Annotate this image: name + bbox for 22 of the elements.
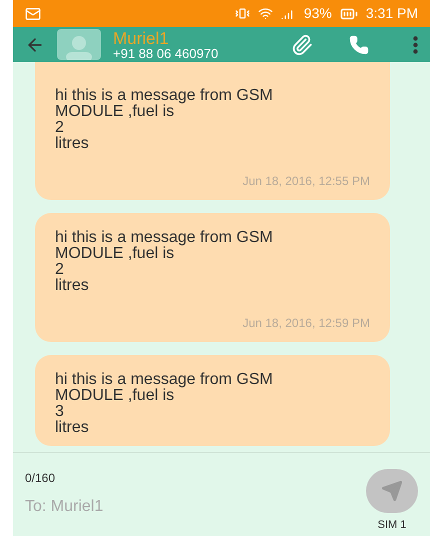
call-button[interactable]	[349, 34, 369, 54]
battery-percent: 93%	[304, 4, 332, 23]
message-text: hi this is a message from GSM MODULE ,fuel is 3 litres	[55, 372, 274, 436]
attach-button[interactable]	[291, 34, 313, 56]
paper-plane-icon	[381, 480, 403, 502]
message-time: Jun 18, 2016, 12:59 PM	[242, 315, 370, 332]
message-text: hi this is a message from GSM MODULE ,fuel is 2 litres	[55, 88, 274, 152]
contact-name: Muriel1	[113, 30, 170, 46]
sim-label: SIM 1	[378, 518, 406, 533]
contact-avatar	[57, 29, 101, 60]
more-button[interactable]	[413, 36, 418, 54]
notification-icon	[25, 6, 41, 22]
vibrate-icon	[234, 6, 250, 21]
character-counter: 0/160	[25, 470, 56, 487]
message-time: Jun 18, 2016, 12:55 PM	[242, 173, 370, 190]
wifi-icon	[258, 6, 273, 21]
send-button[interactable]	[366, 469, 418, 513]
contact-number: +91 88 06 460970	[113, 46, 218, 60]
message-text: hi this is a message from GSM MODULE ,fuel is 2 litres	[55, 230, 274, 294]
clock: 3:31 PM	[366, 4, 418, 23]
message-input[interactable]: To: Muriel1	[25, 495, 366, 519]
more-icon	[413, 36, 418, 54]
